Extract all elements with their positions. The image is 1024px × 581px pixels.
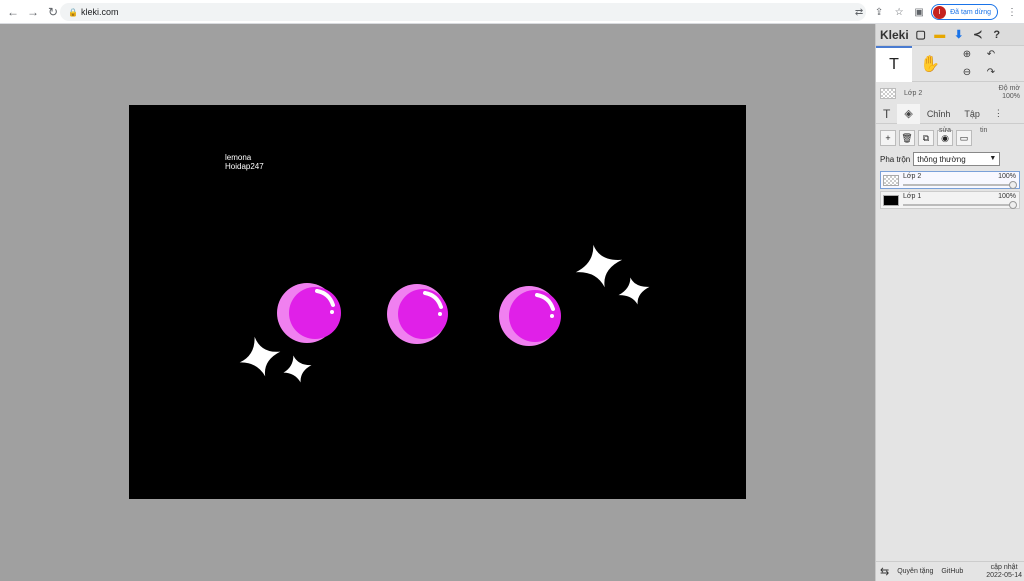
- layer-preview-name: Lớp 2: [904, 89, 923, 97]
- add-layer-icon[interactable]: +: [880, 130, 896, 146]
- layer-name: Lớp 2: [903, 173, 922, 180]
- sparkle-1: [239, 336, 281, 377]
- back-icon[interactable]: ←: [6, 5, 20, 19]
- more-icon[interactable]: ⋮: [1004, 4, 1020, 20]
- lock-icon: 🔒: [68, 8, 78, 17]
- layer-opacity-slider[interactable]: [903, 184, 1013, 186]
- profile-status: Đã tạm dừng: [950, 8, 991, 16]
- blend-mode-row: Pha trộn thông thường ▼: [876, 149, 1024, 169]
- github-link[interactable]: GitHub: [937, 568, 967, 575]
- kleki-logo: Kleki: [880, 27, 909, 42]
- panel-header: Kleki ▢ ▬ ⬇ ≺ ?: [876, 24, 1024, 46]
- translate-icon[interactable]: ⇄: [851, 4, 867, 20]
- layer-name: Lớp 1: [903, 193, 922, 200]
- workspace[interactable]: lemona Hoidap247: [0, 24, 875, 581]
- sidebar-icon[interactable]: ▣: [911, 4, 927, 20]
- open-folder-icon[interactable]: ▬: [933, 28, 947, 42]
- edit-label: sửa: [939, 127, 952, 134]
- rename-layer-icon[interactable]: ▭: [956, 130, 972, 146]
- more-tabs-icon[interactable]: ⋮: [987, 104, 1010, 124]
- sparkle-3: [575, 244, 623, 288]
- layer-preview-opacity: Độ mờ 100%: [999, 85, 1020, 101]
- delete-layer-icon[interactable]: 🗑: [899, 130, 915, 146]
- avatar: I: [933, 5, 947, 19]
- drawing-canvas[interactable]: lemona Hoidap247: [129, 105, 746, 499]
- layers-icon: ◈: [904, 108, 913, 120]
- layer-preview-thumbnail: [880, 87, 896, 99]
- share-icon[interactable]: ⇪: [871, 4, 887, 20]
- sparkle-2: [283, 355, 312, 383]
- chevron-down-icon: ▼: [989, 155, 997, 162]
- layer-tools: + 🗑 ⧉ ◉ ▭ sửa tin: [876, 127, 1024, 149]
- reload-icon[interactable]: ↻: [46, 5, 60, 19]
- layer-thumbnail: [883, 195, 899, 206]
- layer-opacity: 100%: [998, 193, 1016, 200]
- layer-thumbnail: [883, 175, 899, 186]
- bubble-2: [387, 284, 448, 344]
- address-bar[interactable]: 🔒 kleki.com: [60, 3, 866, 21]
- panel-footer: ⇆ Quyên tặng GitHub cập nhật 2022-05-14: [876, 561, 1024, 581]
- download-icon[interactable]: ⬇: [952, 28, 966, 42]
- blend-mode-select[interactable]: thông thường ▼: [913, 152, 1001, 166]
- help-icon[interactable]: ?: [990, 28, 1004, 42]
- zoom-out-icon[interactable]: ⊖: [958, 64, 976, 82]
- opacity-value: 100%: [1002, 93, 1020, 100]
- layer-opacity-handle[interactable]: [1009, 201, 1017, 209]
- duplicate-layer-icon[interactable]: ⧉: [918, 130, 934, 146]
- text-tool-icon[interactable]: T: [876, 45, 912, 82]
- swap-side-icon[interactable]: ⇆: [876, 565, 893, 578]
- layer-opacity-slider[interactable]: [903, 204, 1013, 206]
- layer-opacity-handle[interactable]: [1009, 181, 1017, 189]
- layer-opacity: 100%: [998, 173, 1016, 180]
- tool-panel: Kleki ▢ ▬ ⬇ ≺ ? T ✋ ⊕ ⊖ ↶ ↷ Lớp 2 Độ mờ …: [875, 24, 1024, 581]
- undo-icon[interactable]: ↶: [982, 46, 1000, 64]
- tool-row: T ✋ ⊕ ⊖ ↶ ↷: [876, 45, 1024, 82]
- new-image-icon[interactable]: ▢: [914, 28, 928, 42]
- panel-tabs: T ◈ Chỉnh Tập ⋮: [876, 103, 1024, 124]
- update-label: cập nhật: [990, 563, 1018, 571]
- info-label: tin: [980, 127, 988, 134]
- tab-file[interactable]: Tập: [957, 104, 987, 124]
- donate-link[interactable]: Quyên tặng: [893, 568, 937, 575]
- text-tab-icon: T: [883, 106, 891, 121]
- zoom-in-icon[interactable]: ⊕: [958, 46, 976, 64]
- browser-toolbar: ← → ↻ 🔒 kleki.com ⇄ ⇪ ☆ ▣ I Đã tạm dừng …: [0, 0, 1024, 24]
- bubble-1: [277, 283, 341, 343]
- redo-icon[interactable]: ↷: [982, 64, 1000, 82]
- opacity-label: Độ mờ: [998, 85, 1020, 92]
- sparkle-4: [618, 277, 650, 305]
- bubble-3: [499, 286, 561, 346]
- tab-layers[interactable]: ◈: [897, 103, 920, 124]
- profile-button[interactable]: I Đã tạm dừng: [931, 4, 998, 20]
- url-text: kleki.com: [81, 7, 119, 17]
- layer-preview: Lớp 2 Độ mờ 100%: [876, 82, 1024, 104]
- canvas-artwork: [239, 244, 650, 383]
- blend-label: Pha trộn: [880, 154, 911, 164]
- layer-item[interactable]: Lớp 2 100%: [880, 171, 1020, 189]
- update-date: 2022-05-14: [986, 571, 1022, 579]
- forward-icon[interactable]: →: [26, 5, 40, 19]
- layer-item[interactable]: Lớp 1 100%: [880, 191, 1020, 209]
- tab-adjust[interactable]: Chỉnh: [920, 104, 958, 124]
- share-icon[interactable]: ≺: [971, 28, 985, 42]
- changelog-link[interactable]: cập nhật 2022-05-14: [986, 564, 1024, 580]
- blend-mode-value: thông thường: [917, 154, 966, 164]
- star-icon[interactable]: ☆: [891, 4, 907, 20]
- tab-text[interactable]: T: [876, 104, 897, 124]
- hand-tool-icon[interactable]: ✋: [912, 46, 948, 82]
